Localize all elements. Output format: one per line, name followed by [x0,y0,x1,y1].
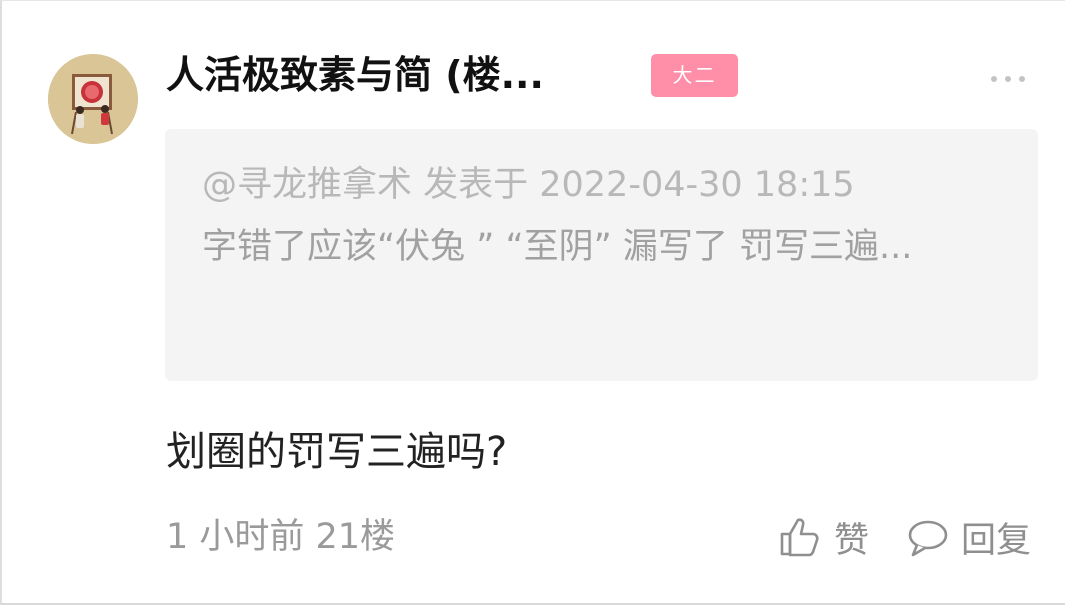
thumbs-up-icon [780,518,819,557]
more-dots-icon [991,76,997,82]
quoted-reply[interactable]: @寻龙推拿术 发表于 2022-04-30 18:15 字错了应该“伏兔 ” “… [165,129,1038,381]
like-label: 赞 [834,520,870,561]
avatar-image [48,54,138,144]
comment-card: 人活极致素与简 (楼... 大二 @寻龙推拿术 发表于 2022-04-30 1… [0,0,1065,605]
quote-header: @寻龙推拿术 发表于 2022-04-30 18:15 [202,165,855,205]
avatar[interactable] [48,54,138,144]
comment-content: 划圈的罚写三遍吗? [166,429,508,475]
comment-meta: 1 小时前 21楼 [166,517,396,557]
more-options-button[interactable] [978,61,1038,97]
comment-bubble-icon [908,520,948,557]
reply-label: 回复 [961,520,1032,561]
reply-button[interactable]: 回复 [905,511,1031,563]
like-button[interactable]: 赞 [778,511,869,563]
quote-body: 字错了应该“伏兔 ” “至阴” 漏写了 罚写三遍... [202,227,913,267]
grade-badge: 大二 [651,54,738,97]
author-name[interactable]: 人活极致素与简 (楼... [166,49,544,101]
